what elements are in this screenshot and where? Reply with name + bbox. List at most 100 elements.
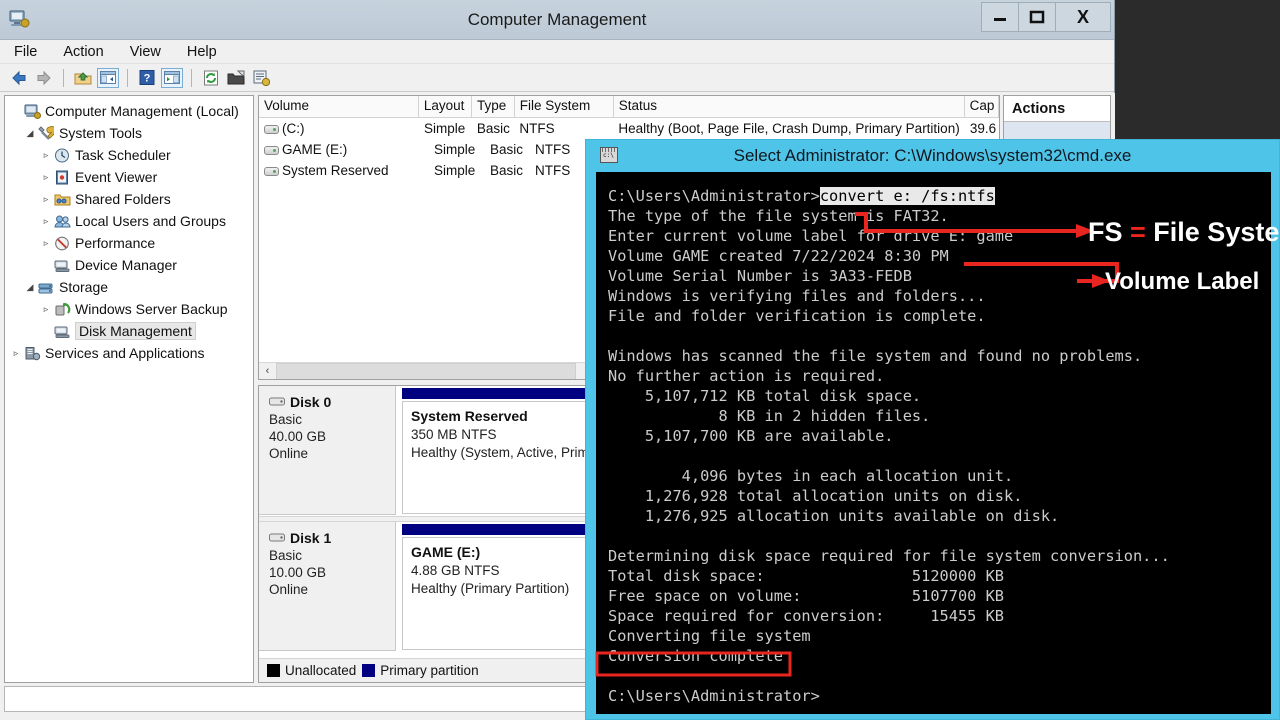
legend-item-primary-partition: Primary partition [362,663,479,678]
tree-expander[interactable]: ▹ [9,348,23,359]
tree-item-label: Storage [59,279,109,295]
screen: Computer Management X File Action View H… [0,0,1280,720]
maximize-button[interactable] [1018,2,1056,32]
cell-layout: Simple [423,121,466,136]
tree-item-windows-server-backup[interactable]: ▹ Windows Server Backup [5,298,253,320]
console-line: Windows is verifying files and folders..… [608,287,986,305]
cell-capacity: 39.6 [969,121,997,136]
tree-expander[interactable]: ▹ [39,194,53,205]
tree-expander[interactable]: ▹ [39,216,53,227]
column-header-status[interactable]: Status [614,96,965,117]
help-icon[interactable]: ? [136,68,158,88]
column-header-volume[interactable]: Volume [259,96,419,117]
tree-item-event-viewer[interactable]: ▹ Event Viewer [5,166,253,188]
drive-icon [264,146,279,155]
disk-name: Disk 1 [290,530,332,546]
legend-label: Primary partition [380,663,479,678]
event-viewer-icon [53,169,71,185]
disk-title: Disk 0 [269,394,395,410]
tree-expander[interactable]: ▹ [39,238,53,249]
console-line: Conversion complete [608,647,783,665]
tree-expander[interactable]: ▹ [39,304,53,315]
tree-item-computer-management[interactable]: Computer Management (Local) [5,100,253,122]
menu-item-view[interactable]: View [128,43,163,61]
volume-list-header: Volume Layout Type File System Status Ca… [259,96,999,118]
console-prompt: C:\Users\Administrator> [608,187,820,205]
tree-item-label: Windows Server Backup [75,301,228,317]
console-line: Free space on volume: 5107700 KB [608,587,1005,605]
export-list-icon[interactable] [225,68,247,88]
close-button[interactable]: X [1055,2,1111,32]
console-line: 4,096 bytes in each allocation unit. [608,467,1014,485]
show-hide-action-pane-icon[interactable] [161,67,183,88]
cell-layout: Simple [434,142,476,157]
tree-item-label: System Tools [59,125,142,141]
console-line: 1,276,928 total allocation units on disk… [608,487,1023,505]
tree-expander[interactable]: ◢ [23,128,37,139]
actions-pane-subheader[interactable] [1004,122,1110,140]
annotation-label-fs: FS = File System [1088,217,1280,248]
tree-expander[interactable]: ◢ [23,282,37,293]
tree-item-local-users-and-groups[interactable]: ▹ Local Users and Groups [5,210,253,232]
scroll-left-arrow-icon[interactable]: ‹ [259,363,276,380]
console-prompt-line: C:\Users\Administrator>convert e: /fs:nt… [608,186,1170,206]
console-line: 8 KB in 2 hidden files. [608,407,931,425]
console-line: Enter current volume label for drive E: … [608,227,1014,245]
disk-state: Online [269,446,309,461]
column-header-file-system[interactable]: File System [515,96,614,117]
table-row[interactable]: (C:) Simple Basic NTFS Healthy (Boot, Pa… [259,118,999,139]
tree-item-disk-management[interactable]: Disk Management [5,320,253,342]
console-tree[interactable]: Computer Management (Local) ◢ System Too… [4,95,254,683]
menu-item-action[interactable]: Action [61,43,105,61]
console-line: 1,276,925 allocation units available on … [608,507,1060,525]
computer-management-icon [8,8,30,30]
tree-expander[interactable]: ▹ [39,150,53,161]
tree-expander[interactable]: ▹ [39,172,53,183]
back-arrow-icon[interactable] [8,68,30,88]
cmd-titlebar[interactable]: Select Administrator: C:\Windows\system3… [586,140,1279,172]
device-manager-icon [53,257,71,273]
console-line: C:\Users\Administrator> [608,687,820,705]
refresh-icon[interactable] [200,68,222,88]
tree-item-services-and-applications[interactable]: ▹ Services and Applications [5,342,253,364]
annotation-fs-equals: = [1130,217,1146,247]
tree-item-storage[interactable]: ◢ Storage [5,276,253,298]
tree-item-system-tools[interactable]: ◢ System Tools [5,122,253,144]
menu-item-file[interactable]: File [12,43,39,61]
console-line: Volume Serial Number is 3A33-FEDB [608,267,912,285]
console-line: Volume GAME created 7/22/2024 8:30 PM [608,247,949,265]
annotation-label-volume: Volume Label [1105,268,1260,295]
window-titlebar[interactable]: Computer Management X [0,0,1114,40]
tree-item-task-scheduler[interactable]: ▹ Task Scheduler [5,144,253,166]
legend-label: Unallocated [285,663,357,678]
properties-icon[interactable] [250,68,272,88]
minimize-button[interactable] [981,2,1019,32]
console-screen[interactable]: C:\Users\Administrator>convert e: /fs:nt… [596,172,1271,714]
computer-icon [23,103,41,119]
console-line: Determining disk space required for file… [608,547,1170,565]
column-header-layout[interactable]: Layout [419,96,472,117]
column-header-type[interactable]: Type [472,96,515,117]
tree-item-performance[interactable]: ▹ Performance [5,232,253,254]
console-highlighted-command: convert e: /fs:ntfs [819,187,995,205]
disk-kind: Basic [269,548,303,563]
show-hide-console-tree-icon[interactable] [97,67,119,88]
column-header-capacity[interactable]: Cap [965,96,999,117]
console-line: 5,107,700 KB are available. [608,427,894,445]
cmd-window-icon [600,147,618,163]
disk-kind: Basic [269,412,303,427]
menu-item-help[interactable]: Help [185,43,219,61]
disk-info-panel[interactable]: Disk 0 Basic 40.00 GB Online [259,386,396,515]
disk-info-panel[interactable]: Disk 1 Basic 10.00 GB Online [259,522,396,651]
scrollbar-thumb[interactable] [276,362,576,379]
drive-icon [264,125,279,134]
annotation-fs-prefix: FS [1088,217,1131,247]
up-folder-icon[interactable] [72,68,94,88]
tree-item-shared-folders[interactable]: ▹ Shared Folders [5,188,253,210]
disk-title: Disk 1 [269,530,395,546]
forward-arrow-icon[interactable] [33,68,55,88]
tree-item-device-manager[interactable]: Device Manager [5,254,253,276]
